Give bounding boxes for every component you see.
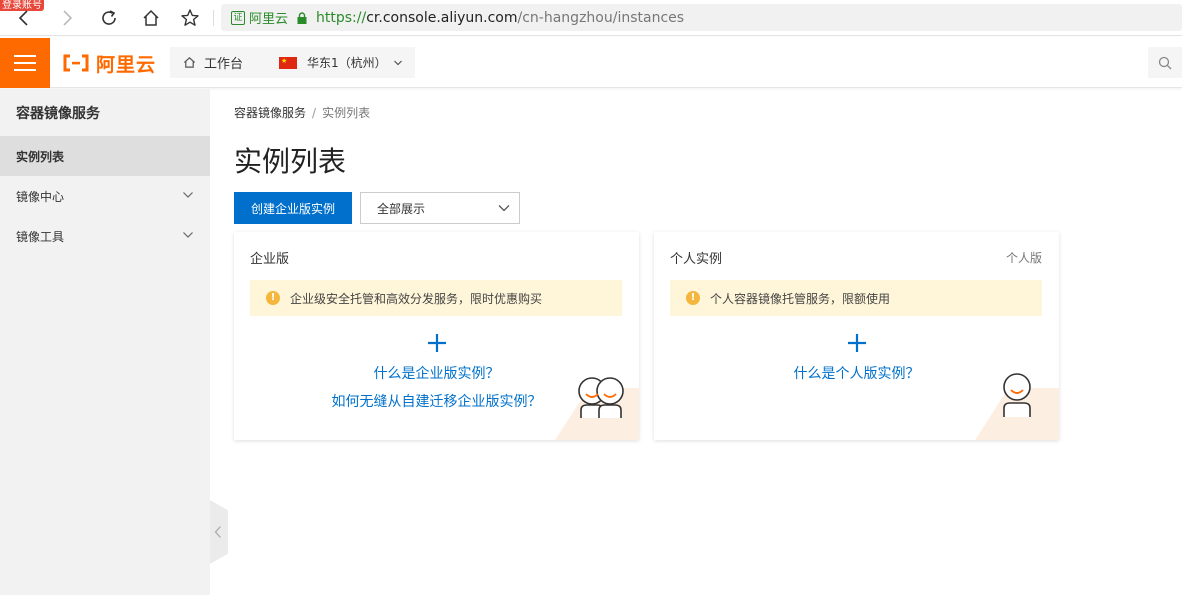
forward-button[interactable] <box>54 5 80 31</box>
reload-icon <box>102 10 116 25</box>
breadcrumb-current: 实例列表 <box>322 106 371 120</box>
add-instance-button[interactable] <box>654 330 1059 356</box>
breadcrumb-link[interactable]: 容器镜像服务 <box>234 106 306 120</box>
search-icon <box>1158 56 1172 69</box>
notice-text: 企业级安全托管和高效分发服务，限时优惠购买 <box>290 291 543 306</box>
certificate-icon: 证 <box>231 10 245 25</box>
enterprise-instance-card: 企业版 ! 企业级安全托管和高效分发服务，限时优惠购买 什么是企业版实例？ 如何… <box>234 232 639 440</box>
global-search-button[interactable] <box>1148 47 1182 78</box>
personal-instance-card: 个人实例 个人版 ! 个人容器镜像托管服务，限额使用 什么是个人版实例？ <box>654 232 1059 440</box>
card-title: 个人实例 <box>670 252 723 267</box>
home-button[interactable] <box>138 5 164 31</box>
reload-button[interactable] <box>96 5 122 31</box>
hamburger-line <box>14 62 36 64</box>
lock-icon <box>297 11 307 24</box>
warning-icon: ! <box>266 291 280 305</box>
add-instance-button[interactable] <box>234 330 639 356</box>
warning-icon: ! <box>686 291 700 305</box>
notice-banner: ! 企业级安全托管和高效分发服务，限时优惠购买 <box>250 280 622 316</box>
chevron-down-icon <box>183 192 193 198</box>
breadcrumb: 容器镜像服务 / 实例列表 <box>234 104 370 121</box>
plus-icon <box>427 334 446 352</box>
chevron-down-icon <box>183 232 193 238</box>
toolbar-divider <box>213 10 214 26</box>
aliyun-logo[interactable]: 阿里云 <box>62 51 157 76</box>
breadcrumb-separator: / <box>312 106 317 120</box>
workbench-label: 工作台 <box>204 57 244 72</box>
back-button[interactable] <box>11 5 37 31</box>
sidebar: 容器镜像服务 实例列表 镜像中心 镜像工具 <box>0 89 210 595</box>
url-path: /cn-hangzhou/instances <box>517 9 685 26</box>
site-certificate[interactable]: 证 阿里云 <box>231 8 288 27</box>
sidebar-item-image-tools[interactable]: 镜像工具 <box>0 216 210 256</box>
mascot-pair-icon <box>578 377 624 418</box>
browser-toolbar: 登录账号 证 阿里云 https://cr.console.aliyun.com… <box>0 0 1182 36</box>
instance-filter-select[interactable]: 全部展示 <box>360 192 520 224</box>
certificate-label: 阿里云 <box>249 12 289 27</box>
create-enterprise-instance-button[interactable]: 创建企业版实例 <box>234 192 352 224</box>
edition-tag: 个人版 <box>1005 251 1042 265</box>
aliyun-logo-icon <box>63 54 89 72</box>
china-flag-icon <box>279 56 297 69</box>
chevron-down-icon <box>393 60 402 65</box>
home-icon <box>183 57 196 68</box>
filter-selected-value: 全部展示 <box>377 201 426 216</box>
chevron-left-icon <box>214 526 221 538</box>
mascot-icon <box>1003 373 1031 417</box>
arrow-right-icon <box>63 10 73 26</box>
notice-text: 个人容器镜像托管服务，限额使用 <box>710 291 891 306</box>
sidebar-title: 容器镜像服务 <box>16 105 100 122</box>
url-host: cr.console.aliyun.com <box>366 9 518 26</box>
hamburger-menu-button[interactable] <box>0 38 50 88</box>
card-title: 企业版 <box>250 252 290 267</box>
sidebar-item-image-center[interactable]: 镜像中心 <box>0 176 210 216</box>
address-bar[interactable]: 证 阿里云 https://cr.console.aliyun.com/cn-h… <box>221 4 1182 31</box>
sidebar-item-label: 实例列表 <box>16 149 65 164</box>
region-selector[interactable]: 华东1（杭州） <box>265 47 415 78</box>
bookmark-button[interactable] <box>177 5 203 31</box>
home-icon <box>143 9 159 26</box>
sidebar-item-instances[interactable]: 实例列表 <box>0 136 210 176</box>
console-topbar: 阿里云 工作台 华东1（杭州） <box>0 38 1182 88</box>
chevron-down-icon <box>498 205 510 212</box>
sidebar-collapse-handle[interactable] <box>210 500 228 564</box>
plus-icon <box>847 334 866 352</box>
star-icon <box>181 9 199 26</box>
url-scheme: https:// <box>316 9 367 26</box>
notice-banner: ! 个人容器镜像托管服务，限额使用 <box>670 280 1042 316</box>
arrow-left-icon <box>18 10 28 26</box>
page-title: 实例列表 <box>234 145 347 178</box>
hamburger-line <box>14 69 36 71</box>
hamburger-line <box>14 55 36 57</box>
logo-text: 阿里云 <box>96 53 157 76</box>
sidebar-item-label: 镜像中心 <box>16 189 65 204</box>
sidebar-item-label: 镜像工具 <box>16 229 65 244</box>
region-label: 华东1（杭州） <box>307 56 387 70</box>
